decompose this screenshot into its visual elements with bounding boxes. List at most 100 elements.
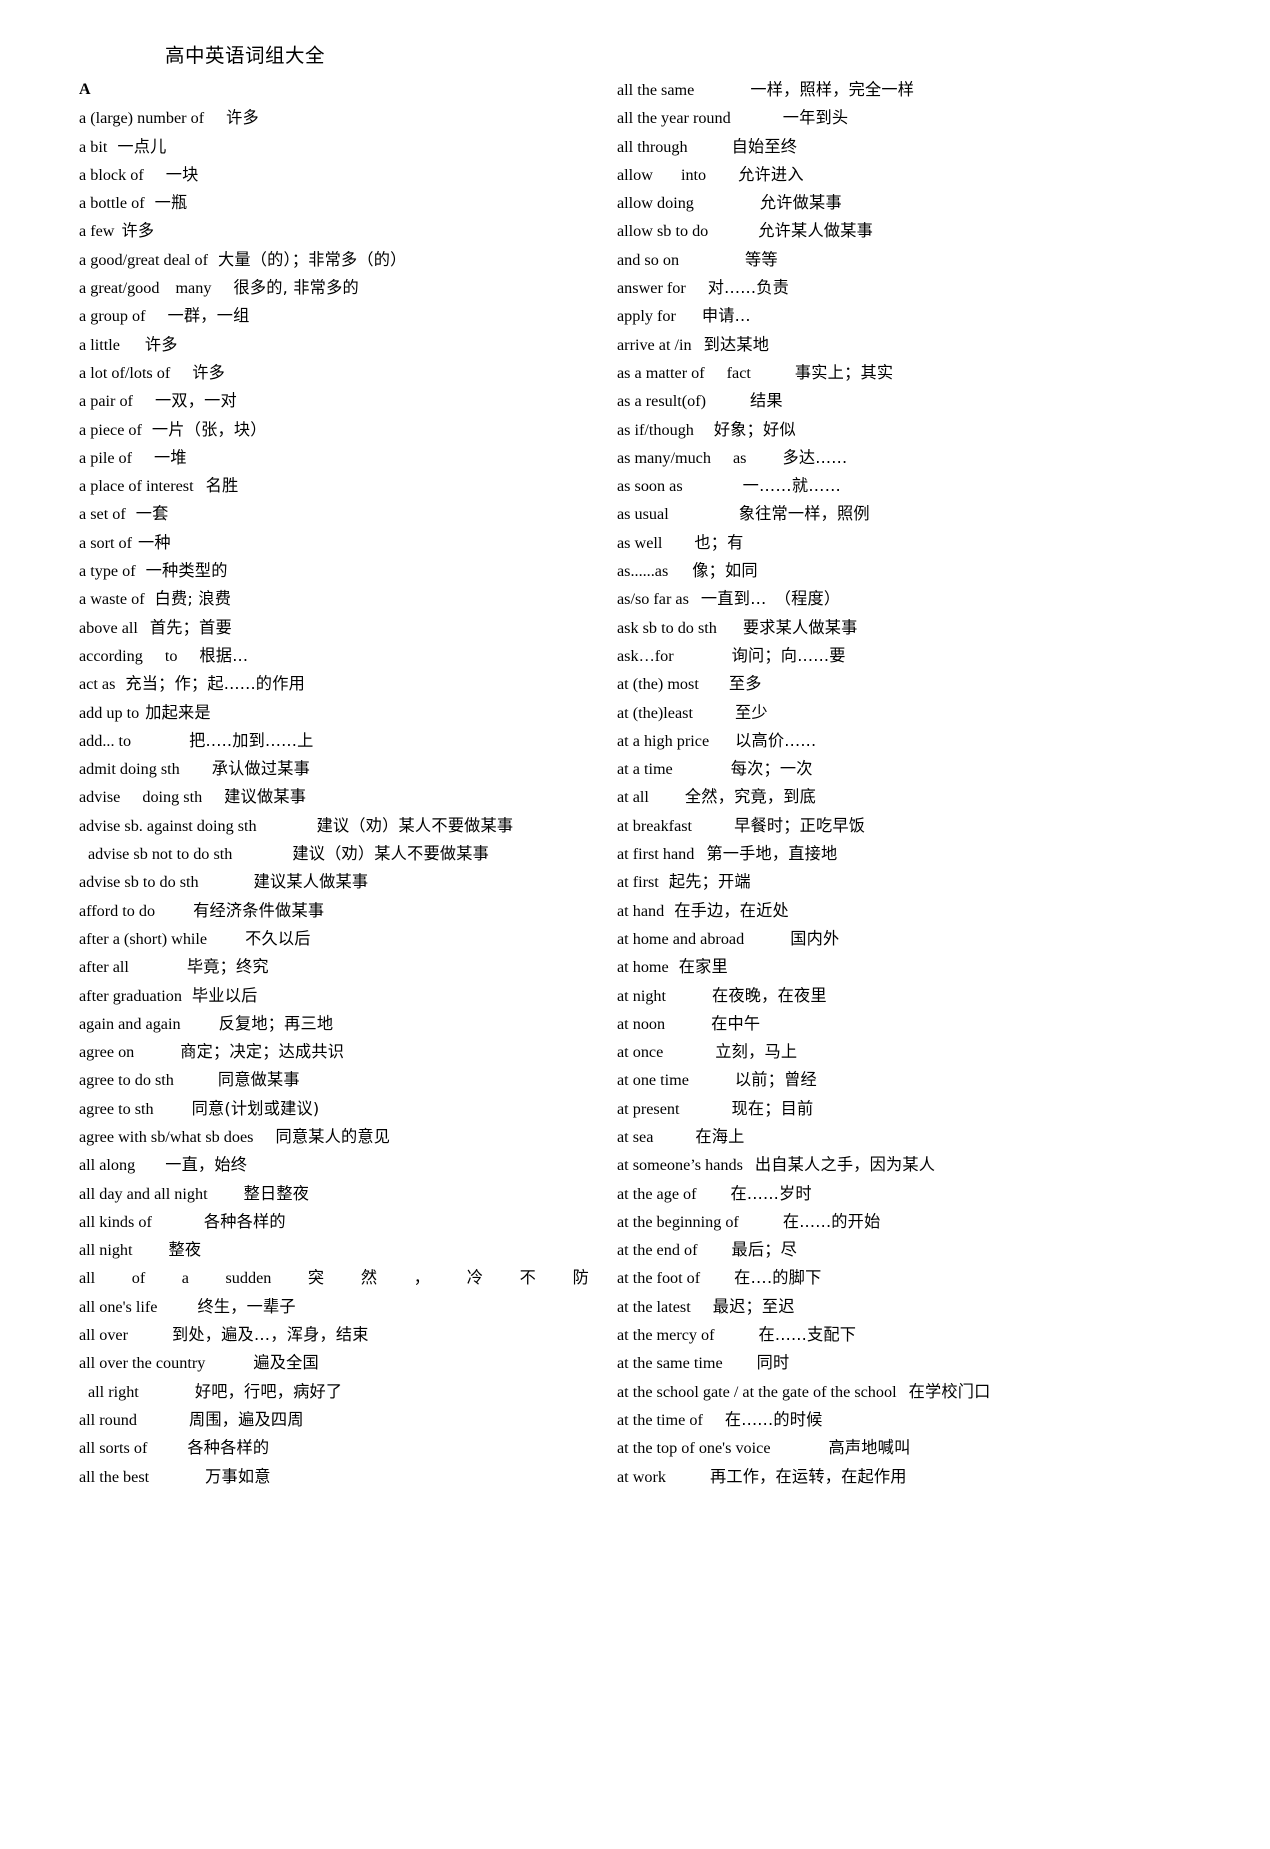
phrase-english-continued: many xyxy=(175,279,212,298)
phrase-chinese: 毕竟；终究 xyxy=(186,957,269,977)
phrase-chinese: 在学校门口 xyxy=(908,1381,991,1401)
phrase-entry: all kinds of 各种各样的 xyxy=(79,1208,589,1236)
phrase-english: all the year round xyxy=(617,109,731,128)
phrase-entry: ask sb to do sth 要求某人做某事 xyxy=(617,614,1077,642)
phrase-chinese: 一年到头 xyxy=(782,108,849,128)
phrase-english: at home xyxy=(617,958,669,977)
phrase-chinese: 许多 xyxy=(226,108,259,128)
phrase-english: according xyxy=(79,646,143,665)
phrase-english: ask…for xyxy=(617,646,674,665)
phrase-entry: at present 现在；目前 xyxy=(617,1095,1077,1123)
phrase-english: ask sb to do sth xyxy=(617,618,717,637)
phrase-chinese: 充当；作；起......的作用 xyxy=(125,674,305,694)
phrase-entry: a pile of 一堆 xyxy=(79,444,589,472)
phrase-chinese: 全然，究竟，到底 xyxy=(684,787,817,807)
phrase-entry: at the end of 最后；尽 xyxy=(617,1236,1077,1264)
phrase-english: at someone’s hands xyxy=(617,1156,743,1175)
phrase-chinese: 在......的时候 xyxy=(724,1409,823,1429)
phrase-english-continued: fact xyxy=(726,363,751,382)
phrase-english: all over xyxy=(79,1326,128,1345)
phrase-entry: all over 到处，遍及…，浑身，结束 xyxy=(79,1321,589,1349)
phrase-chinese: 同意某人的意见 xyxy=(275,1126,391,1146)
phrase-english: as a result(of) xyxy=(617,392,706,411)
phrase-entry: a great/good many 很多的, 非常多的 xyxy=(79,274,589,302)
phrase-english: at the end of xyxy=(617,1241,698,1260)
phrase-chinese: 最迟；至迟 xyxy=(712,1296,795,1316)
phrase-entry: a (large) number of 许多 xyxy=(79,104,589,132)
phrase-entry: above all 首先；首要 xyxy=(79,614,589,642)
phrase-chinese: 允许某人做某事 xyxy=(758,221,873,241)
phrase-chinese: 对......负责 xyxy=(707,278,790,298)
phrase-chinese: 至少 xyxy=(734,702,768,722)
phrase-english: add... to xyxy=(79,731,132,750)
phrase-entry: at the age of 在......岁时 xyxy=(617,1180,1077,1208)
phrase-chinese: 立刻，马上 xyxy=(715,1042,798,1062)
phrase-entry: a type of 一种类型的 xyxy=(79,557,589,585)
phrase-english: as well xyxy=(617,533,663,552)
phrase-chinese: 结果 xyxy=(750,391,783,411)
phrase-english: at the beginning of xyxy=(617,1212,739,1231)
phrase-english: a sort of xyxy=(79,533,133,552)
phrase-english: allow sb to do xyxy=(617,222,709,241)
phrase-entry: at the latest 最迟；至迟 xyxy=(617,1293,1077,1321)
phrase-english: at the top of one's voice xyxy=(617,1439,771,1458)
phrase-entry: a set of 一套 xyxy=(79,500,589,528)
phrase-entry: at someone’s hands 出自某人之手，因为某人 xyxy=(617,1151,1077,1179)
phrase-english: advise sb not to do sth xyxy=(88,845,233,864)
phrase-entry: at first 起先；开端 xyxy=(617,868,1077,896)
document-page: 高中英语词组大全 A a (large) number of 许多 a bit 一点儿… xyxy=(0,0,1270,1849)
phrase-entry: again and again 反复地；再三地 xyxy=(79,1010,589,1038)
phrase-entry: a pair of 一双，一对 xyxy=(79,387,589,415)
phrase-english: at the latest xyxy=(617,1297,691,1316)
phrase-entry: all over the country 遍及全国 xyxy=(79,1349,589,1377)
phrase-chinese: 起先；开端 xyxy=(668,872,751,892)
phrase-english: all one's life xyxy=(79,1297,158,1316)
phrase-english: agree to sth xyxy=(79,1099,154,1118)
phrase-english: a place of interest xyxy=(79,477,194,496)
phrase-chinese: 遍及全国 xyxy=(253,1353,319,1373)
phrase-english: at a high price xyxy=(617,731,710,750)
phrase-chinese: 至多 xyxy=(728,674,762,694)
phrase-entry: at the beginning of 在......的开始 xyxy=(617,1208,1077,1236)
phrase-chinese: 事实上；其实 xyxy=(794,362,894,382)
phrase-entry: allow sb to do 允许某人做某事 xyxy=(617,217,1077,245)
phrase-entry: at noon 在中午 xyxy=(617,1010,1077,1038)
phrase-chinese: 象往常一样，照例 xyxy=(738,504,870,524)
phrase-english: a lot of/lots of xyxy=(79,363,171,382)
phrase-chinese-token: 突 xyxy=(307,1268,325,1288)
phrase-chinese: 整日整夜 xyxy=(243,1183,310,1203)
phrase-entry: as if/though 好象；好似 xyxy=(617,416,1077,444)
phrase-entry: at once 立刻，马上 xyxy=(617,1038,1077,1066)
phrase-chinese: 允许进入 xyxy=(738,164,804,184)
phrase-entry: at the mercy of 在......支配下 xyxy=(617,1321,1077,1349)
phrase-entry: after graduation 毕业以后 xyxy=(79,982,589,1010)
phrase-english: all the best xyxy=(79,1467,150,1486)
phrase-chinese: 周围，遍及四周 xyxy=(189,1409,304,1429)
phrase-entry: as......as 像；如同 xyxy=(617,557,1077,585)
phrase-chinese: 建议（劝）某人不要做某事 xyxy=(292,844,489,864)
phrase-english: after all xyxy=(79,958,129,977)
phrase-chinese: 一双，一对 xyxy=(154,391,237,411)
phrase-chinese: 有经济条件做某事 xyxy=(193,900,325,920)
phrase-english-continued: doing sth xyxy=(142,788,203,807)
phrase-chinese: 万事如意 xyxy=(205,1466,271,1486)
phrase-chinese: 一瓶 xyxy=(154,193,188,213)
phrase-english: a pair of xyxy=(79,392,133,411)
phrase-entry: at the time of 在......的时候 xyxy=(617,1406,1077,1434)
phrase-entry: at hand 在手边，在近处 xyxy=(617,897,1077,925)
phrase-english: as soon as xyxy=(617,477,683,496)
phrase-entry: as a matter of fact 事实上；其实 xyxy=(617,359,1077,387)
phrase-chinese-token: 冷 xyxy=(466,1268,484,1288)
phrase-english: at the same time xyxy=(617,1354,723,1373)
phrase-chinese: 整夜 xyxy=(168,1240,202,1260)
phrase-chinese-token: 然 xyxy=(360,1268,378,1288)
phrase-entry: all the same 一样，照样，完全一样 xyxy=(617,76,1077,104)
phrase-entry: a place of interest 名胜 xyxy=(79,472,589,500)
phrase-chinese: 一直到… （程度） xyxy=(700,589,841,609)
phrase-entry: as a result(of) 结果 xyxy=(617,387,1077,415)
phrase-english: at hand xyxy=(617,901,665,920)
phrase-chinese: 申请... xyxy=(701,306,751,326)
phrase-entry: at a high price 以高价...... xyxy=(617,727,1077,755)
phrase-entry: at sea 在海上 xyxy=(617,1123,1077,1151)
phrase-entry: after all 毕竟；终究 xyxy=(79,953,589,981)
